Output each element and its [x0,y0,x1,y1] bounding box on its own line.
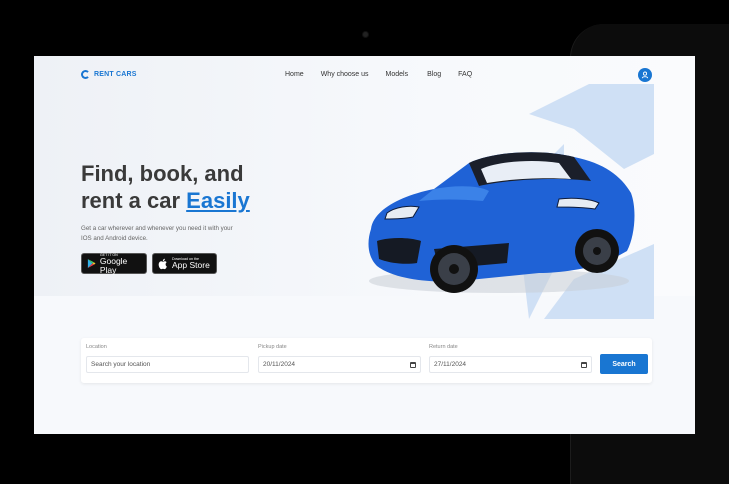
google-play-text: GET IT ON Google Play [100,253,141,275]
nav-faq[interactable]: FAQ [458,71,472,78]
brand-logo[interactable]: RENT CARS [81,70,137,79]
search-button[interactable]: Search [600,354,648,374]
nav-blog[interactable]: Blog [427,71,441,78]
car-image [368,152,635,293]
apple-icon [158,258,167,269]
google-play-big: Google Play [99,255,128,275]
hero-title-line2: rent a car Easily [81,187,250,214]
top-navigation: RENT CARS Home Why choose us Models Blog… [34,56,695,94]
app-store-big: App Store [172,260,210,270]
hero-title-prefix: rent a car [81,188,187,213]
user-icon [641,71,649,79]
search-form: Location Search your location Pickup dat… [81,338,652,383]
brand-name: RENT CARS [94,71,137,78]
camera-dot [363,32,368,37]
app-screen: RENT CARS Home Why choose us Models Blog… [34,56,695,434]
google-play-button[interactable]: GET IT ON Google Play [81,253,147,274]
hero-subtitle: Get a car wherever and whenever you need… [81,225,233,242]
pickup-date-value: 20/11/2024 [263,361,296,368]
nav-why-choose-us[interactable]: Why choose us [321,71,369,78]
return-date-input[interactable]: 27/11/2024 [429,356,592,373]
nav-menu: Home Why choose us Models Blog FAQ [285,71,472,78]
hero-title: Find, book, and rent a car Easily [81,160,250,214]
app-store-text: Download on the App Store [172,257,210,270]
return-date-label: Return date [429,344,458,350]
hero-title-line1: Find, book, and [81,161,244,186]
calendar-icon[interactable] [581,361,587,368]
nav-home[interactable]: Home [285,71,304,78]
google-play-icon [87,259,96,268]
nav-models[interactable]: Models [386,71,409,78]
logo-icon [81,70,90,79]
profile-button[interactable] [638,68,652,82]
hero-title-highlight: Easily [186,188,250,213]
location-label: Location [86,344,107,350]
pickup-date-label: Pickup date [258,344,287,350]
location-input[interactable]: Search your location [86,356,249,373]
calendar-icon[interactable] [410,361,416,368]
pickup-date-input[interactable]: 20/11/2024 [258,356,421,373]
app-store-button[interactable]: Download on the App Store [152,253,217,274]
return-date-value: 27/11/2024 [434,361,467,368]
